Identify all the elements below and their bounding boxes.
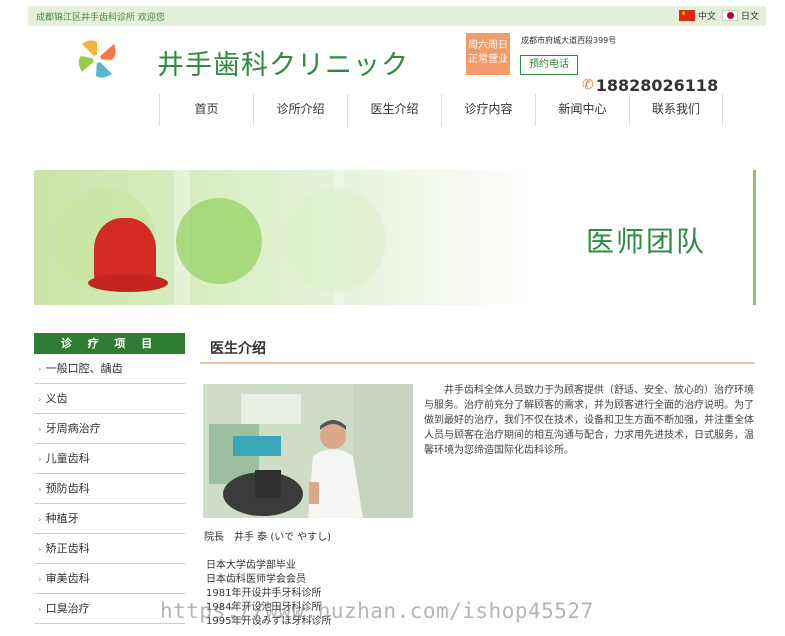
nav-item-doctors[interactable]: 医生介绍 bbox=[347, 94, 441, 126]
chevron-right-icon: › bbox=[38, 545, 42, 555]
welcome-text: 成都锦江区井手齿科诊所 欢迎您 bbox=[36, 13, 165, 23]
chevron-right-icon: › bbox=[38, 575, 42, 585]
nav-item-treatments[interactable]: 诊疗内容 bbox=[441, 94, 535, 126]
nav-item-contact[interactable]: 联系我们 bbox=[629, 94, 723, 126]
sidebar-item-label: 口臭治疗 bbox=[45, 602, 90, 615]
watermark-text: https://www.huzhan.com/ishop45527 bbox=[160, 599, 594, 623]
nav-item-clinic[interactable]: 诊所介绍 bbox=[253, 94, 347, 126]
sidebar-item-label: 种植牙 bbox=[45, 512, 79, 525]
banner-circle bbox=[176, 198, 262, 284]
clinic-logo-icon[interactable] bbox=[76, 38, 118, 80]
chevron-right-icon: › bbox=[38, 425, 42, 435]
sidebar-heading: 诊 疗 项 目 bbox=[34, 333, 185, 354]
sidebar-item-dentures[interactable]: › 义齿 bbox=[34, 384, 185, 414]
page-banner: 医师团队 bbox=[34, 170, 756, 305]
opening-hours-badge: 周六周日 正常营业 bbox=[466, 33, 510, 75]
sidebar-item-label: 矫正齿科 bbox=[45, 542, 90, 555]
sidebar-item-periodontal[interactable]: › 牙周病治疗 bbox=[34, 414, 185, 444]
treatment-sidebar: 诊 疗 项 目 › 一般口腔、龋齿 › 义齿 › 牙周病治疗 › 儿童齿科 › 预防齿科 … bbox=[34, 333, 185, 624]
phone-number-text: 18828026118 bbox=[595, 77, 719, 93]
hours-line-2: 正常营业 bbox=[468, 54, 508, 65]
phone-icon: ✆ bbox=[582, 77, 594, 93]
sidebar-item-preventive[interactable]: › 预防齿科 bbox=[34, 474, 185, 504]
lang-japanese-link[interactable]: 日文 bbox=[722, 9, 759, 22]
chevron-right-icon: › bbox=[38, 365, 42, 375]
clinic-address: 成都市府城大道西段399号 bbox=[521, 36, 617, 45]
phone-number: ✆ 18828026118 bbox=[582, 77, 722, 93]
sidebar-item-label: 一般口腔、龋齿 bbox=[45, 362, 123, 375]
career-item: 日本大学齿学部毕业 bbox=[206, 560, 296, 571]
career-item: 日本齿科医师学会会员 bbox=[206, 574, 306, 585]
lang-chinese-label: 中文 bbox=[698, 12, 717, 22]
top-bar: 成都锦江区井手齿科诊所 欢迎您 中文 日文 bbox=[28, 6, 766, 26]
sidebar-item-label: 预防齿科 bbox=[45, 482, 90, 495]
doctor-name: 院長 井手 泰 (いで やすし) bbox=[204, 532, 332, 543]
sidebar-item-implant[interactable]: › 种植牙 bbox=[34, 504, 185, 534]
sidebar-item-pediatric[interactable]: › 儿童齿科 bbox=[34, 444, 185, 474]
sidebar-item-label: 牙周病治疗 bbox=[45, 422, 101, 435]
banner-title: 医师团队 bbox=[586, 225, 707, 258]
clinic-brand-name[interactable]: 井手歯科クリニック bbox=[157, 43, 409, 82]
sidebar-item-orthodontic[interactable]: › 矫正齿科 bbox=[34, 534, 185, 564]
chevron-right-icon: › bbox=[38, 605, 42, 615]
nav-item-news[interactable]: 新闻中心 bbox=[535, 94, 629, 126]
doctor-intro-text: 井手齿科全体人员致力于为顾客提供（舒适、安全、放心的）治疗环境与服务。治疗前充分… bbox=[424, 385, 754, 456]
banner-circle bbox=[282, 188, 386, 292]
hours-line-1: 周六周日 bbox=[468, 40, 508, 51]
chevron-right-icon: › bbox=[38, 455, 42, 465]
book-call-button[interactable]: 预约电话 bbox=[520, 55, 578, 75]
sidebar-item-cosmetic[interactable]: › 审美齿科 bbox=[34, 564, 185, 594]
chevron-right-icon: › bbox=[38, 395, 42, 405]
doctor-photo-illustration bbox=[203, 384, 413, 518]
sidebar-item-label: 审美齿科 bbox=[45, 572, 90, 585]
sidebar-item-label: 儿童齿科 bbox=[45, 452, 90, 465]
lang-chinese-link[interactable]: 中文 bbox=[679, 9, 716, 22]
dental-chair-base bbox=[88, 274, 168, 292]
nav-item-home[interactable]: 首页 bbox=[159, 94, 253, 126]
main-nav: 首页 诊所介绍 医生介绍 诊疗内容 新闻中心 联系我们 bbox=[159, 94, 723, 126]
chevron-right-icon: › bbox=[38, 515, 42, 525]
section-divider bbox=[200, 362, 755, 364]
lang-japanese-label: 日文 bbox=[741, 12, 760, 22]
sidebar-item-label: 义齿 bbox=[45, 392, 68, 405]
sidebar-item-general[interactable]: › 一般口腔、龋齿 bbox=[34, 354, 185, 384]
doctor-photo bbox=[203, 384, 413, 518]
japan-flag-icon bbox=[722, 10, 738, 21]
section-title: 医生介绍 bbox=[210, 341, 266, 357]
china-flag-icon bbox=[679, 10, 695, 21]
chevron-right-icon: › bbox=[38, 485, 42, 495]
